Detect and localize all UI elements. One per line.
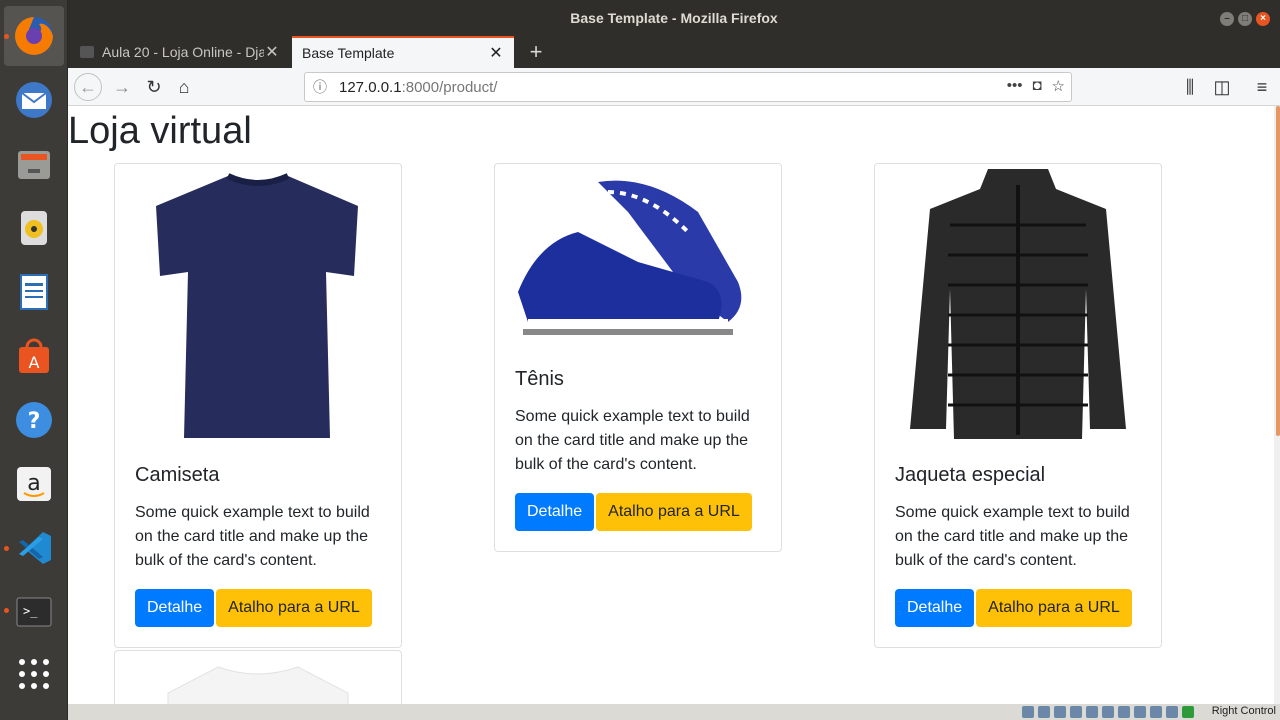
- svg-text:A: A: [29, 353, 40, 372]
- back-arrow-icon[interactable]: ←: [74, 73, 102, 101]
- show-apps-grid-icon[interactable]: [4, 644, 64, 704]
- host-key-label: Right Control: [1211, 705, 1276, 717]
- tab-aula-20[interactable]: Aula 20 - Loja Online - Dja ✕: [70, 36, 290, 68]
- svg-text:>_: >_: [23, 604, 38, 618]
- forward-arrow-icon[interactable]: →: [108, 73, 136, 101]
- card-title: Tênis: [515, 368, 564, 390]
- window-titlebar: Base Template - Mozilla Firefox – □ ×: [68, 0, 1280, 36]
- maximize-icon[interactable]: □: [1238, 12, 1252, 26]
- recording-icon[interactable]: [1134, 706, 1146, 718]
- usb-icon[interactable]: [1086, 706, 1098, 718]
- home-icon[interactable]: ⌂: [170, 73, 198, 101]
- product-card-camiseta: Camiseta Some quick example text to buil…: [114, 163, 402, 648]
- firefox-launcher-icon[interactable]: [4, 6, 64, 66]
- minimize-icon[interactable]: –: [1220, 12, 1234, 26]
- status-icons: [1022, 706, 1194, 718]
- atalho-url-button[interactable]: Atalho para a URL: [596, 493, 752, 531]
- atalho-url-button[interactable]: Atalho para a URL: [976, 589, 1132, 627]
- atalho-url-button[interactable]: Atalho para a URL: [216, 589, 372, 627]
- navigation-toolbar: ← → ↻ ⌂ ⓘ 127.0.0.1:8000/product/ ••• ◘ …: [68, 68, 1280, 106]
- sneaker-image: [495, 164, 781, 350]
- menu-hamburger-icon[interactable]: ≡: [1248, 73, 1276, 101]
- card-text: Some quick example text to build on the …: [135, 504, 370, 569]
- svg-text:?: ?: [28, 409, 41, 434]
- network-icon[interactable]: [1070, 706, 1082, 718]
- vscode-launcher-icon[interactable]: [4, 518, 64, 578]
- tab-label: Aula 20 - Loja Online - Dja: [102, 44, 264, 60]
- close-tab-icon[interactable]: ✕: [488, 43, 504, 63]
- running-indicator: [4, 34, 9, 39]
- card-title: Camiseta: [135, 464, 220, 486]
- display-icon[interactable]: [1118, 706, 1130, 718]
- amazon-launcher-icon[interactable]: a: [4, 454, 64, 514]
- page-viewport: Loja virtual Camiseta Some quick example…: [68, 106, 1274, 704]
- url-host: 127.0.0.1: [339, 78, 402, 96]
- close-tab-icon[interactable]: ✕: [264, 42, 280, 62]
- scrollbar-thumb[interactable]: [1276, 106, 1280, 436]
- cd-icon[interactable]: [1038, 706, 1050, 718]
- writer-launcher-icon[interactable]: [4, 262, 64, 322]
- running-indicator: [4, 608, 9, 613]
- product-card-partial: [114, 650, 402, 704]
- tab-base-template[interactable]: Base Template ✕: [292, 36, 514, 68]
- detalhe-button[interactable]: Detalhe: [515, 493, 595, 531]
- pocket-icon[interactable]: ◘: [1032, 77, 1041, 95]
- detalhe-button[interactable]: Detalhe: [895, 589, 975, 627]
- detalhe-button[interactable]: Detalhe: [135, 589, 215, 627]
- ubuntu-launcher: A ? a >_: [0, 0, 68, 720]
- vm-status-bar: Right Control: [68, 704, 1280, 720]
- url-actions: ••• ◘ ☆: [1007, 77, 1065, 95]
- url-bar[interactable]: ⓘ 127.0.0.1:8000/product/ ••• ◘ ☆: [304, 72, 1072, 102]
- reload-icon[interactable]: ↻: [140, 73, 168, 101]
- tab-strip: Aula 20 - Loja Online - Dja ✕ Base Templ…: [68, 36, 1280, 68]
- window-controls: – □ ×: [1220, 12, 1270, 26]
- cpu-icon[interactable]: [1150, 706, 1162, 718]
- rhythmbox-launcher-icon[interactable]: [4, 198, 64, 258]
- hdd-icon[interactable]: [1022, 706, 1034, 718]
- files-launcher-icon[interactable]: [4, 134, 64, 194]
- window-title: Base Template - Mozilla Firefox: [570, 10, 778, 26]
- tshirt-image: [115, 164, 401, 446]
- page-actions-icon[interactable]: •••: [1007, 77, 1023, 95]
- tab-label: Base Template: [302, 45, 395, 61]
- page-title: Loja virtual: [68, 110, 252, 152]
- software-center-launcher-icon[interactable]: A: [4, 326, 64, 386]
- card-text: Some quick example text to build on the …: [895, 504, 1130, 569]
- jacket-image: [875, 164, 1161, 446]
- product-card-tenis: Tênis Some quick example text to build o…: [494, 163, 782, 552]
- card-text: Some quick example text to build on the …: [515, 408, 750, 473]
- favicon-icon: [80, 46, 94, 58]
- audio-icon[interactable]: [1054, 706, 1066, 718]
- library-icon[interactable]: ⫼: [1176, 73, 1204, 101]
- card-title: Jaqueta especial: [895, 464, 1046, 486]
- sidebar-icon[interactable]: ◫: [1208, 73, 1236, 101]
- thunderbird-launcher-icon[interactable]: [4, 70, 64, 130]
- keyboard-capture-icon[interactable]: [1182, 706, 1194, 718]
- shared-folder-icon[interactable]: [1102, 706, 1114, 718]
- white-tshirt-image: [115, 651, 401, 704]
- running-indicator: [4, 546, 9, 551]
- new-tab-plus-icon[interactable]: +: [522, 38, 550, 66]
- info-icon[interactable]: ⓘ: [313, 77, 327, 97]
- help-launcher-icon[interactable]: ?: [4, 390, 64, 450]
- mouse-integration-icon[interactable]: [1166, 706, 1178, 718]
- product-card-jaqueta: Jaqueta especial Some quick example text…: [874, 163, 1162, 648]
- terminal-launcher-icon[interactable]: >_: [4, 582, 64, 642]
- svg-text:a: a: [27, 471, 40, 496]
- bookmark-star-icon[interactable]: ☆: [1052, 77, 1065, 95]
- close-window-icon[interactable]: ×: [1256, 12, 1270, 26]
- url-path: :8000/product/: [401, 78, 498, 96]
